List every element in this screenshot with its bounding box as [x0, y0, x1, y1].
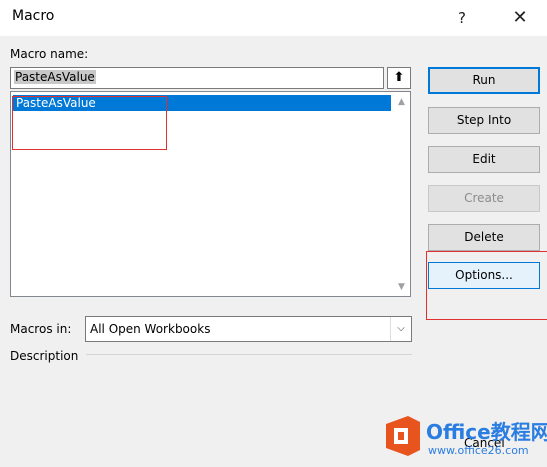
macros-in-select[interactable]: All Open Workbooks ⌵	[85, 316, 412, 342]
watermark-title: Office教程网	[426, 420, 547, 444]
title-bar: Macro ? ✕	[0, 0, 547, 36]
scroll-up-icon[interactable]: ▲	[393, 94, 410, 110]
watermark: Office教程网 www.office26.com	[384, 412, 547, 467]
dialog-title: Macro	[12, 8, 55, 24]
chevron-down-icon[interactable]: ⌵	[390, 317, 411, 341]
help-button[interactable]: ?	[449, 6, 475, 30]
macro-name-input[interactable]: PasteAsValue	[10, 67, 384, 89]
macro-name-label: Macro name:	[10, 47, 89, 61]
watermark-url: www.office26.com	[428, 444, 529, 457]
macros-in-value: All Open Workbooks	[90, 322, 211, 336]
office-logo-icon	[386, 416, 420, 456]
scroll-down-icon[interactable]: ▼	[393, 279, 410, 295]
close-button[interactable]: ✕	[507, 6, 533, 30]
collapse-dialog-button[interactable]: ⬆	[387, 67, 411, 89]
list-scrollbar[interactable]: ▲ ▼	[393, 92, 410, 296]
description-divider	[86, 354, 412, 355]
delete-button[interactable]: Delete	[428, 224, 540, 251]
macros-in-label: Macros in:	[10, 322, 72, 336]
macro-dialog: Macro ? ✕ Macro name: PasteAsValue ⬆ Pas…	[0, 0, 547, 467]
run-button[interactable]: Run	[428, 67, 540, 94]
upload-arrow-icon: ⬆	[393, 70, 405, 85]
step-into-button[interactable]: Step Into	[428, 107, 540, 134]
annotation-box-list	[12, 96, 167, 150]
description-label: Description	[10, 349, 79, 363]
create-button[interactable]: Create	[428, 185, 540, 212]
macro-name-value: PasteAsValue	[14, 70, 96, 84]
annotation-box-options	[426, 251, 547, 320]
edit-button[interactable]: Edit	[428, 146, 540, 173]
